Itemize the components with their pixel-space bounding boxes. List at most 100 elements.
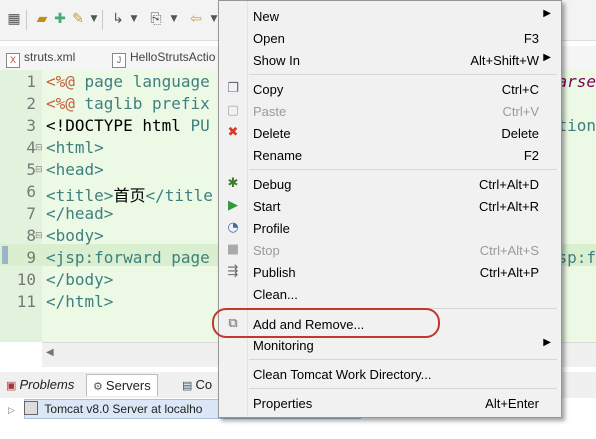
menu-item-delete[interactable]: ✖ Delete Delete <box>219 122 561 144</box>
code-token: taglib <box>84 94 152 113</box>
delete-icon: ✖ <box>227 125 239 140</box>
dropdown-arrow-icon[interactable]: ▼ <box>166 11 182 27</box>
menu-shortcut: Alt+Shift+W <box>470 53 539 68</box>
tab-servers-label: Servers <box>105 378 151 393</box>
menu-item-start[interactable]: ▶ Start Ctrl+Alt+R <box>219 195 561 217</box>
menu-label: Clean Tomcat Work Directory... <box>253 367 432 382</box>
menu-item-show-in[interactable]: Show In Alt+Shift+W ▶ <box>219 49 561 71</box>
tomcat-server-icon <box>24 401 39 415</box>
menu-shortcut: F3 <box>523 31 539 46</box>
line-number: 5 <box>26 160 36 179</box>
magic-wand-icon[interactable]: ✎ <box>70 11 86 27</box>
back-arrow-icon[interactable]: ⇦ <box>188 11 204 27</box>
problems-icon: ▣ <box>6 380 20 392</box>
annotation-highlight-oval <box>212 308 440 338</box>
code-overflow-text: sp:f <box>557 248 596 267</box>
code-overflow-text: arse <box>557 72 596 91</box>
dropdown-arrow-icon[interactable]: ▼ <box>86 11 102 27</box>
code-token: <html> <box>46 138 104 157</box>
menu-separator <box>249 388 557 389</box>
code-line: </body> <box>46 270 113 289</box>
submenu-arrow-icon: ▶ <box>543 52 551 63</box>
line-number: 7 <box>26 204 36 223</box>
console-icon: ▤ <box>182 380 196 392</box>
fold-toggle-icon[interactable]: ⊟ <box>35 143 43 153</box>
new-project-icon[interactable]: ✚ <box>52 11 68 27</box>
menu-shortcut: Ctrl+V <box>502 104 539 119</box>
toolbar-separator <box>102 10 103 30</box>
submenu-arrow-icon: ▶ <box>543 337 551 348</box>
menu-label: Start <box>253 199 281 214</box>
menu-label: Copy <box>253 82 284 97</box>
line-number: 6 <box>26 182 36 201</box>
stop-icon: ■ <box>226 242 240 257</box>
tab-console[interactable]: ▤ Co <box>182 377 212 392</box>
open-folder-icon[interactable]: ▰ <box>34 11 50 27</box>
server-row[interactable]: ▷ Tomcat v8.0 Server at localho <box>8 401 202 416</box>
menu-item-profile[interactable]: ◔ Profile <box>219 217 561 239</box>
menu-label: Paste <box>253 104 287 119</box>
menu-separator <box>249 359 557 360</box>
menu-label: Delete <box>253 126 291 141</box>
code-token: html <box>142 116 191 135</box>
menu-shortcut: Delete <box>501 126 539 141</box>
menu-item-properties[interactable]: Properties Alt+Enter <box>219 392 561 414</box>
paste-icon: ▢ <box>226 103 240 118</box>
menu-label: Rename <box>253 148 303 163</box>
menu-item-open[interactable]: Open F3 <box>219 27 561 49</box>
code-token: </body> <box>46 270 114 289</box>
code-token: page <box>171 248 210 267</box>
tab-console-label: Co <box>195 377 213 392</box>
line-number: 1 <box>26 72 36 91</box>
menu-label: Publish <box>253 265 296 280</box>
menu-item-rename[interactable]: Rename F2 <box>219 144 561 166</box>
code-token: page <box>84 72 133 91</box>
fold-toggle-icon[interactable]: ⊟ <box>35 231 43 241</box>
code-token: <title> <box>46 186 114 205</box>
line-number: 4 <box>26 138 36 157</box>
context-menu: New ▶ Open F3 Show In Alt+Shift+W ▶ ❐ Copy Ctr… <box>218 0 562 418</box>
scroll-left-icon[interactable]: ◀ <box>46 347 54 358</box>
menu-shortcut: Ctrl+Alt+P <box>479 265 539 280</box>
menu-item-paste[interactable]: ▢ Paste Ctrl+V <box>219 100 561 122</box>
tab-problems-label: Problems <box>19 377 75 392</box>
code-token: <%@ <box>46 94 85 113</box>
save-icon[interactable]: ▦ <box>6 11 22 27</box>
line-number: 3 <box>26 116 36 135</box>
code-line: <%@ page language <box>46 72 210 91</box>
menu-item-publish[interactable]: ⇶ Publish Ctrl+Alt+P <box>219 261 561 283</box>
tab-struts-xml[interactable]: Xstruts.xml <box>6 50 75 68</box>
menu-label: Profile <box>253 221 290 236</box>
tab-servers[interactable]: ⚙ Servers <box>86 374 158 396</box>
tab-label: struts.xml <box>24 50 76 64</box>
next-annotation-icon[interactable]: ↳ <box>110 11 126 27</box>
menu-item-clean-tomcat-work-directory[interactable]: Clean Tomcat Work Directory... <box>219 363 561 385</box>
publish-icon: ⇶ <box>227 264 239 279</box>
tab-hellostrutsaction[interactable]: J HelloStrutsActio <box>112 50 215 68</box>
dropdown-arrow-icon[interactable]: ▼ <box>126 11 142 27</box>
server-name: Tomcat v8.0 Server at localho <box>44 402 203 416</box>
menu-label: Clean... <box>253 287 298 302</box>
submenu-arrow-icon: ▶ <box>543 8 551 19</box>
prev-edit-icon[interactable]: ⎘ <box>148 11 164 27</box>
menu-item-debug[interactable]: ✱ Debug Ctrl+Alt+D <box>219 173 561 195</box>
code-token: language <box>132 72 210 91</box>
menu-label: Debug <box>253 177 292 192</box>
menu-separator <box>249 74 557 75</box>
code-token: prefix <box>151 94 210 113</box>
menu-separator <box>249 169 557 170</box>
menu-item-stop[interactable]: ■ Stop Ctrl+Alt+S <box>219 239 561 261</box>
code-line: </head> <box>46 204 113 223</box>
code-line: </html> <box>46 292 113 311</box>
start-run-icon: ▶ <box>228 198 238 213</box>
menu-item-new[interactable]: New ▶ <box>219 5 561 27</box>
menu-item-copy[interactable]: ❐ Copy Ctrl+C <box>219 78 561 100</box>
profile-icon: ◔ <box>227 220 239 235</box>
expand-arrow-icon[interactable]: ▷ <box>8 405 15 415</box>
menu-label: Open <box>253 31 285 46</box>
menu-item-clean[interactable]: Clean... <box>219 283 561 305</box>
tab-problems[interactable]: ▣ Problems <box>6 377 74 392</box>
code-token: PU <box>190 116 210 135</box>
fold-toggle-icon[interactable]: ⊟ <box>35 165 43 175</box>
menu-shortcut: Ctrl+Alt+D <box>479 177 539 192</box>
